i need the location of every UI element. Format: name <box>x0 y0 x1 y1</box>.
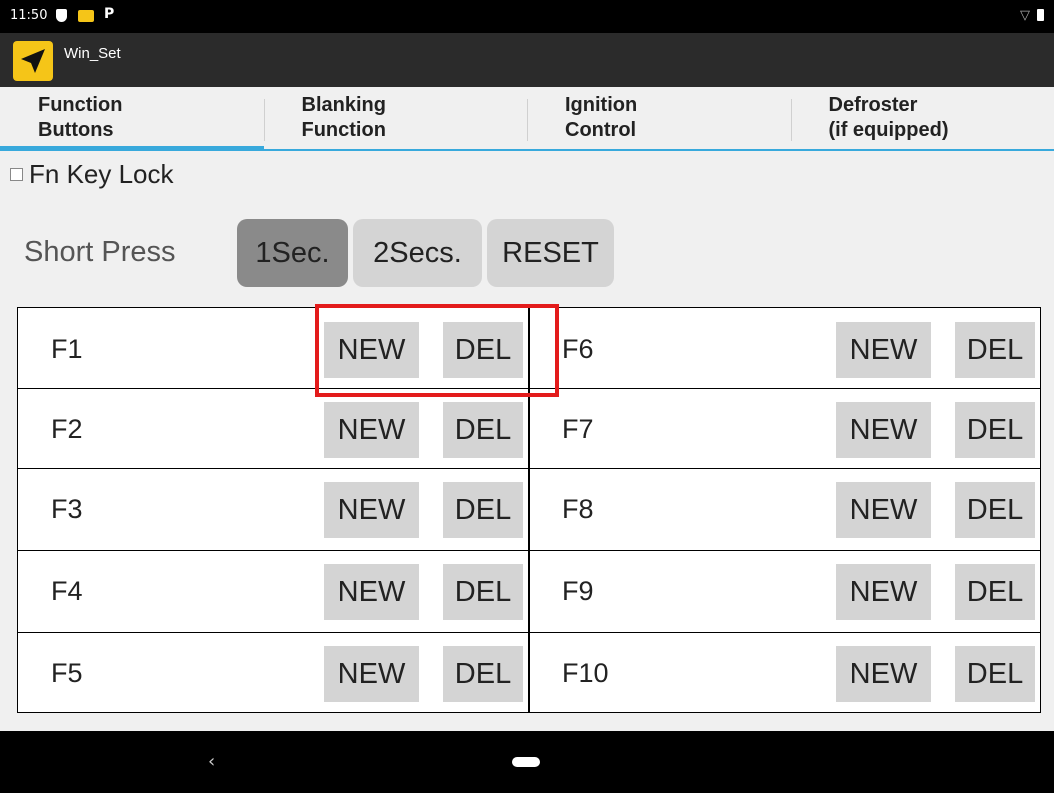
del-button-f8[interactable]: DEL <box>955 482 1035 538</box>
short-press-reset-button[interactable]: RESET <box>487 219 614 287</box>
tab-ignition-control[interactable]: Ignition Control <box>527 87 791 149</box>
fn-key-lock-row[interactable]: Fn Key Lock <box>10 156 174 192</box>
del-button-f4[interactable]: DEL <box>443 564 523 620</box>
navigation-bar: ‹ <box>0 731 1054 793</box>
del-button-f3[interactable]: DEL <box>443 482 523 538</box>
row-divider <box>18 632 1040 633</box>
new-button-f8[interactable]: NEW <box>836 482 931 538</box>
tab-label-line1: Ignition <box>565 94 638 116</box>
del-button-f7[interactable]: DEL <box>955 402 1035 458</box>
column-divider <box>528 308 530 712</box>
function-key-label-f6: F6 <box>562 334 594 364</box>
fn-key-lock-checkbox[interactable] <box>10 167 23 181</box>
app-title: Win_Set <box>64 45 121 62</box>
parking-icon: P <box>104 6 115 22</box>
new-button-f1[interactable]: NEW <box>324 322 419 378</box>
tab-label-line2: Function <box>301 119 386 141</box>
row-divider <box>18 550 1040 551</box>
tab-label-line1: Function <box>38 94 123 116</box>
status-time: 11:50 <box>10 8 48 23</box>
navigation-arrow-icon <box>13 41 53 81</box>
navigation-notification-icon <box>78 10 94 22</box>
tab-blanking-function[interactable]: Blanking Function <box>263 87 528 149</box>
app-bar: Win_Set <box>0 33 1054 87</box>
del-button-f9[interactable]: DEL <box>955 564 1035 620</box>
short-press-label: Short Press <box>24 236 176 268</box>
new-button-f4[interactable]: NEW <box>324 564 419 620</box>
function-key-label-f9: F9 <box>562 576 594 606</box>
back-icon[interactable]: ‹ <box>208 751 215 772</box>
del-button-f10[interactable]: DEL <box>955 646 1035 702</box>
row-divider <box>18 468 1040 469</box>
row-divider <box>18 388 1040 389</box>
tab-label-line2: (if equipped) <box>828 119 949 141</box>
tab-label-line1: Defroster <box>828 94 918 116</box>
home-icon[interactable] <box>512 757 540 767</box>
function-key-label-f10: F10 <box>562 658 609 688</box>
tab-bar: Function Buttons Blanking Function Ignit… <box>0 87 1054 151</box>
function-key-label-f8: F8 <box>562 494 594 524</box>
new-button-f3[interactable]: NEW <box>324 482 419 538</box>
del-button-f2[interactable]: DEL <box>443 402 523 458</box>
new-button-f9[interactable]: NEW <box>836 564 931 620</box>
shield-icon <box>56 9 67 22</box>
function-key-label-f3: F3 <box>51 494 83 524</box>
status-bar: 11:50 P ▽ <box>0 0 1054 33</box>
new-button-f2[interactable]: NEW <box>324 402 419 458</box>
short-press-1sec-button[interactable]: 1Sec. <box>237 219 348 287</box>
new-button-f7[interactable]: NEW <box>836 402 931 458</box>
function-key-label-f4: F4 <box>51 576 83 606</box>
fn-key-lock-label: Fn Key Lock <box>29 158 174 189</box>
new-button-f6[interactable]: NEW <box>836 322 931 378</box>
new-button-f5[interactable]: NEW <box>324 646 419 702</box>
del-button-f6[interactable]: DEL <box>955 322 1035 378</box>
function-key-label-f2: F2 <box>51 414 83 444</box>
tab-defroster[interactable]: Defroster (if equipped) <box>790 87 1054 149</box>
tab-label-line1: Blanking <box>301 94 386 116</box>
function-key-label-f5: F5 <box>51 658 83 688</box>
function-key-grid: F1 NEW DEL F6 NEW DEL F2 NEW DEL F7 NEW DEL F3 NEW DEL… <box>17 307 1041 713</box>
battery-icon <box>1037 9 1044 21</box>
function-key-label-f1: F1 <box>51 334 83 364</box>
wifi-icon: ▽ <box>1020 8 1030 23</box>
del-button-f1[interactable]: DEL <box>443 322 523 378</box>
tab-label-line2: Control <box>565 119 637 141</box>
new-button-f10[interactable]: NEW <box>836 646 931 702</box>
tab-function-buttons[interactable]: Function Buttons <box>0 87 264 151</box>
function-key-label-f7: F7 <box>562 414 594 444</box>
short-press-2secs-button[interactable]: 2Secs. <box>353 219 482 287</box>
tab-label-line2: Buttons <box>38 119 114 141</box>
del-button-f5[interactable]: DEL <box>443 646 523 702</box>
